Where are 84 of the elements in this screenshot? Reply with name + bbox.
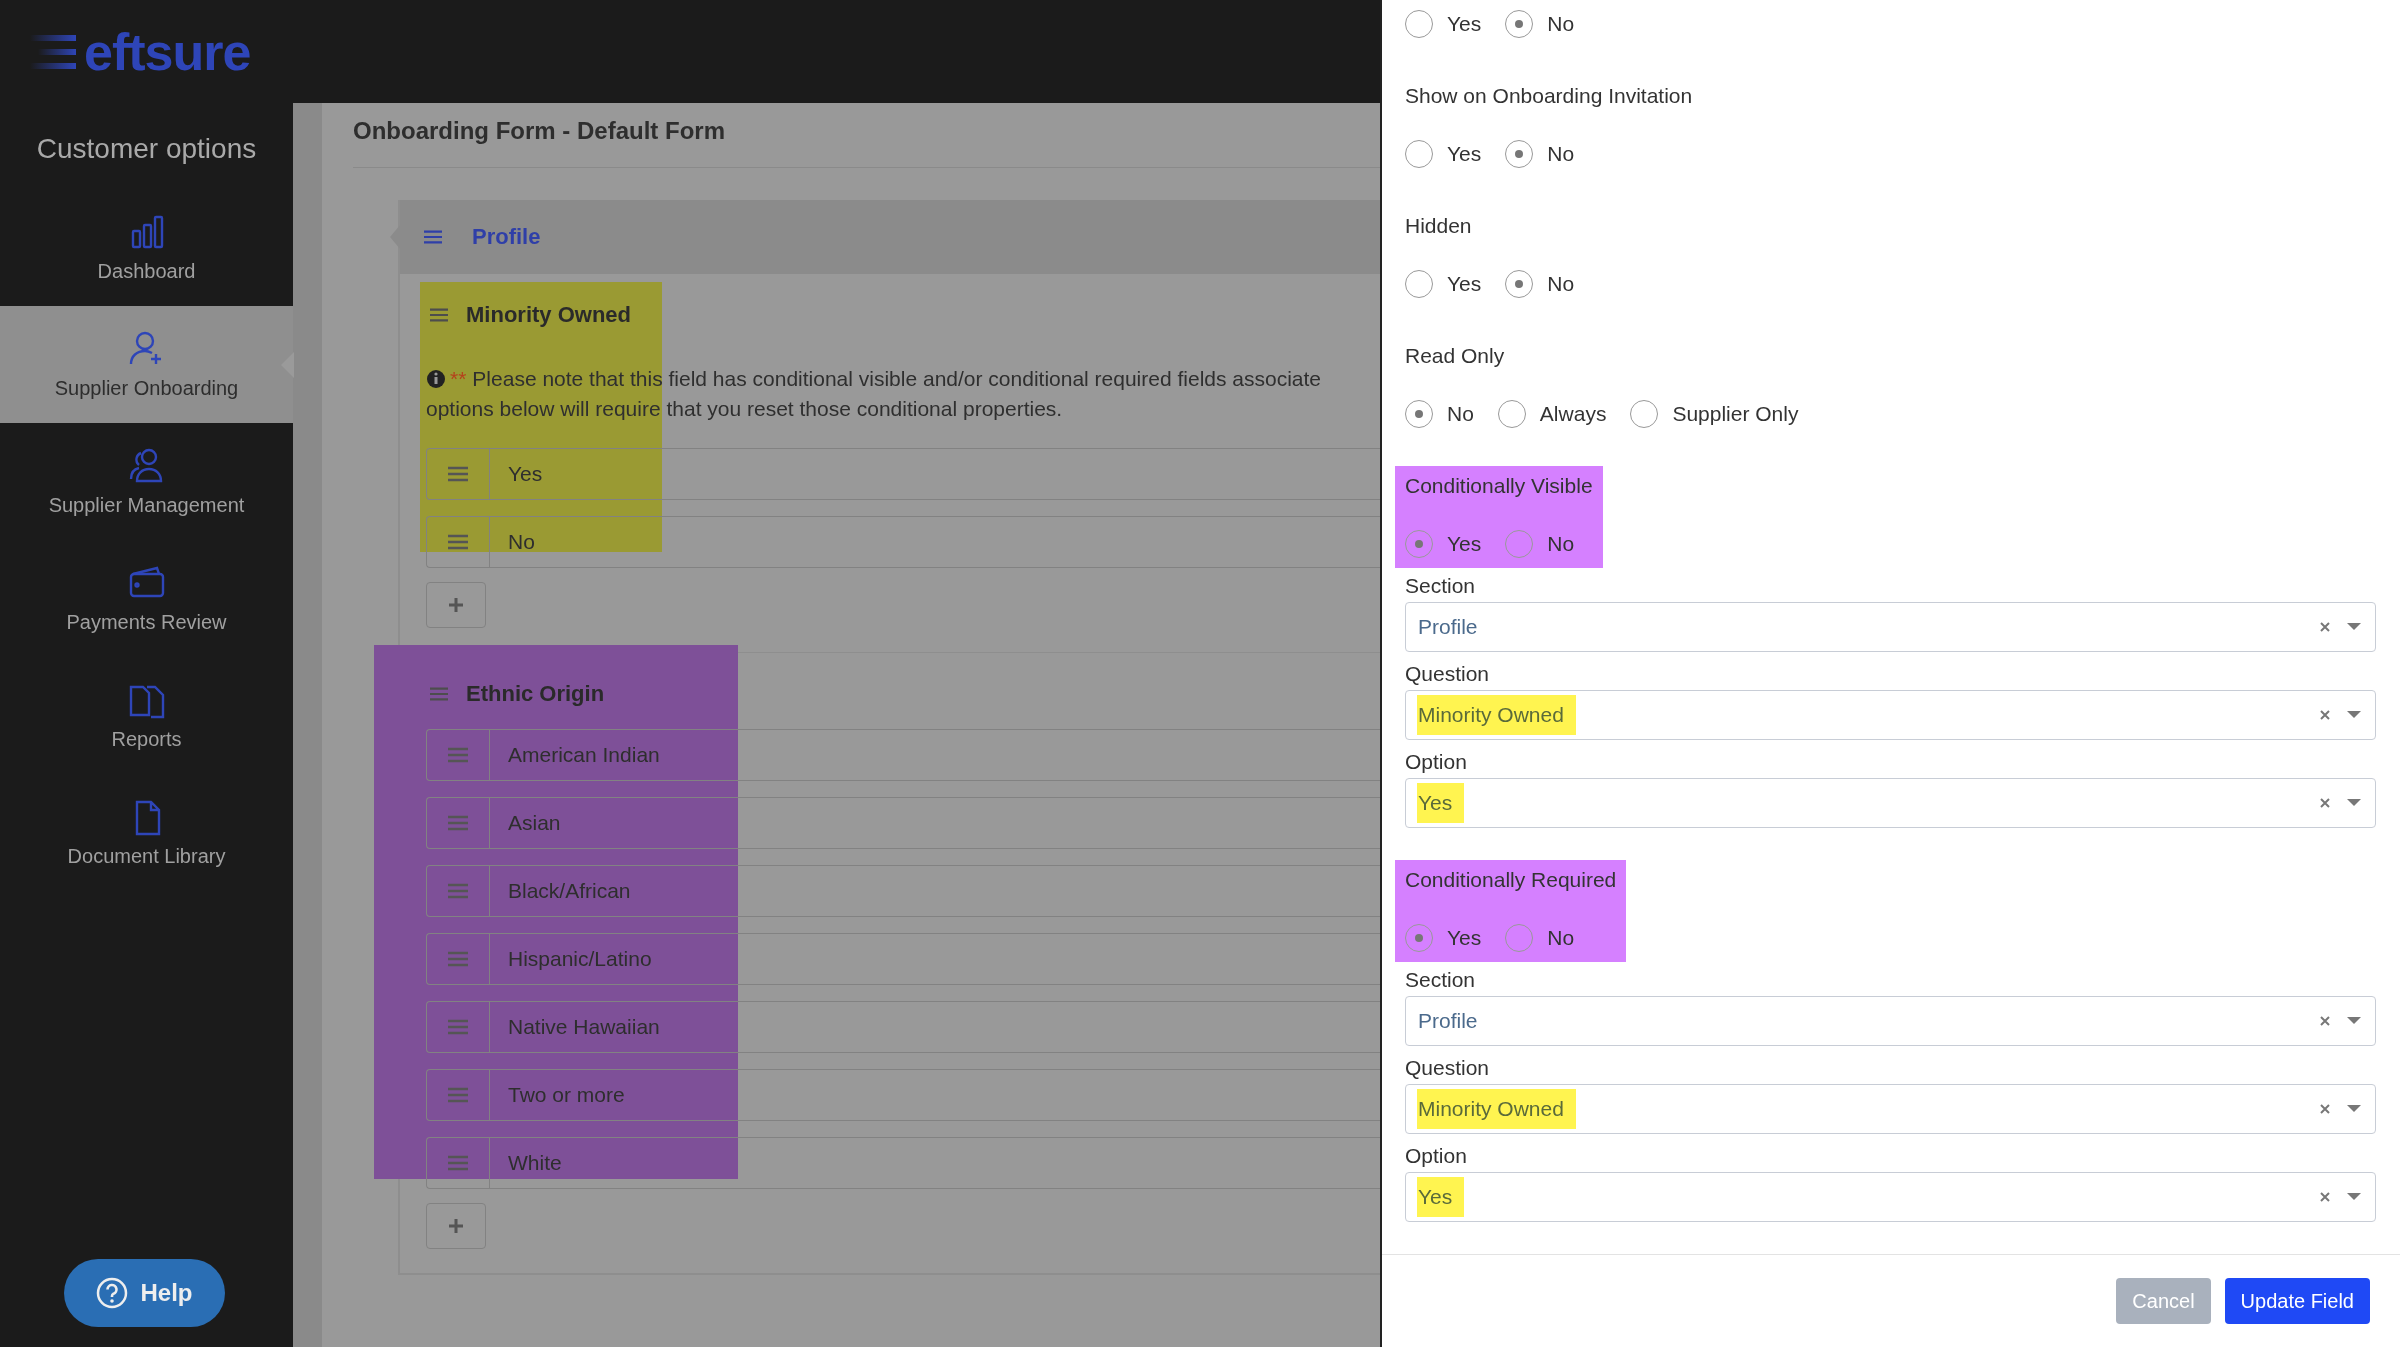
clear-icon[interactable]: [2319, 1103, 2331, 1115]
drag-handle-icon[interactable]: [448, 1019, 468, 1035]
add-option-button[interactable]: [426, 1203, 486, 1249]
clear-icon[interactable]: [2319, 709, 2331, 721]
help-icon: [96, 1277, 129, 1309]
drag-handle-icon[interactable]: [448, 883, 468, 899]
sidebar-title: Customer options: [35, 132, 258, 166]
caret-icon[interactable]: [2347, 1017, 2361, 1025]
radio-option[interactable]: Always: [1497, 400, 1607, 428]
field-label: Show on Onboarding Invitation: [1405, 84, 1693, 108]
clear-icon[interactable]: [2319, 1015, 2331, 1027]
field-label: Option: [1405, 1144, 1468, 1168]
select-field[interactable]: Minority Owned: [1405, 690, 2376, 740]
radio-option[interactable]: Supplier Only: [1630, 400, 1799, 428]
update-button[interactable]: Update Field: [2224, 1278, 2370, 1324]
field-label: Question: [1405, 1056, 1491, 1080]
field-label: Question: [1405, 662, 1491, 686]
clear-icon[interactable]: [2319, 1191, 2331, 1203]
clear-icon[interactable]: [2319, 621, 2331, 633]
drag-handle-icon[interactable]: [448, 466, 468, 482]
field-label: Option: [1405, 750, 1468, 774]
clear-icon[interactable]: [2319, 797, 2331, 809]
info-icon: [426, 369, 446, 389]
field-label: Section: [1405, 968, 1477, 992]
select-value: Minority Owned: [1417, 1089, 1576, 1129]
add-option-button[interactable]: [426, 582, 486, 628]
radio-option[interactable]: No: [1505, 530, 1575, 558]
question-title: Ethnic Origin: [466, 681, 605, 707]
drag-handle-icon[interactable]: [424, 229, 442, 245]
select-field[interactable]: Profile: [1405, 602, 2376, 652]
field-label: Read Only: [1405, 344, 1506, 368]
caret-icon[interactable]: [2347, 799, 2361, 807]
page-title: Onboarding Form - Default Form: [353, 116, 726, 146]
logo-text: eftsure: [84, 21, 251, 82]
drag-handle-icon[interactable]: [448, 951, 468, 967]
radio-option[interactable]: Yes: [1405, 140, 1482, 168]
plus-icon: [449, 598, 463, 612]
section-title: Profile: [472, 224, 541, 250]
radio-option[interactable]: No: [1505, 270, 1575, 298]
select-value: Profile: [1417, 1008, 1479, 1034]
drag-handle-icon[interactable]: [430, 686, 448, 702]
drag-handle-icon[interactable]: [448, 815, 468, 831]
sidebar-item[interactable]: Dashboard: [0, 189, 293, 306]
sidebar-item[interactable]: Document Library: [0, 774, 293, 891]
select-field[interactable]: Minority Owned: [1405, 1084, 2376, 1134]
radio-option[interactable]: No: [1505, 924, 1575, 952]
caret-icon[interactable]: [2347, 623, 2361, 631]
warning-note: ** Please note that this field has conditional visible and/or conditional required fields associate options below will require that you reset those conditional properties.: [426, 366, 1323, 422]
radio-option[interactable]: Yes: [1405, 270, 1482, 298]
field-label: Hidden: [1405, 214, 1473, 238]
select-field[interactable]: Yes: [1405, 778, 2376, 828]
sidebar-item[interactable]: Reports: [0, 657, 293, 774]
drag-handle-icon[interactable]: [448, 747, 468, 763]
radio-option[interactable]: Yes: [1405, 10, 1482, 38]
caret-icon[interactable]: [2347, 1193, 2361, 1201]
radio-option[interactable]: No: [1405, 400, 1474, 428]
answer-option[interactable]: Yes: [426, 448, 1380, 500]
select-value: Profile: [1417, 614, 1479, 640]
radio-option[interactable]: Yes: [1405, 530, 1482, 558]
field-label: Section: [1405, 574, 1477, 598]
sidebar-item[interactable]: Supplier Onboarding: [0, 306, 293, 423]
field-label: Conditionally Visible: [1405, 474, 1593, 498]
sidebar-item[interactable]: Supplier Management: [0, 423, 293, 540]
logo-mark-icon: [30, 34, 76, 69]
select-value: Yes: [1417, 1177, 1465, 1217]
drag-handle-icon[interactable]: [448, 1155, 468, 1171]
radio-option[interactable]: No: [1505, 140, 1575, 168]
help-button[interactable]: Help: [64, 1259, 225, 1327]
radio-option[interactable]: No: [1505, 10, 1575, 38]
select-value: Minority Owned: [1417, 695, 1576, 735]
caret-icon[interactable]: [2347, 1105, 2361, 1113]
sidebar-item[interactable]: Payments Review: [0, 540, 293, 657]
field-label: Conditionally Required: [1405, 868, 1617, 892]
drag-handle-icon[interactable]: [448, 1087, 468, 1103]
drag-handle-icon[interactable]: [448, 534, 468, 550]
select-value: Yes: [1417, 783, 1465, 823]
drag-handle-icon[interactable]: [430, 307, 448, 323]
select-field[interactable]: Profile: [1405, 996, 2376, 1046]
answer-option[interactable]: No: [426, 516, 1380, 568]
caret-icon[interactable]: [2347, 711, 2361, 719]
select-field[interactable]: Yes: [1405, 1172, 2376, 1222]
question-title: Minority Owned: [466, 302, 631, 328]
radio-option[interactable]: Yes: [1405, 924, 1482, 952]
plus-icon: [449, 1219, 463, 1233]
